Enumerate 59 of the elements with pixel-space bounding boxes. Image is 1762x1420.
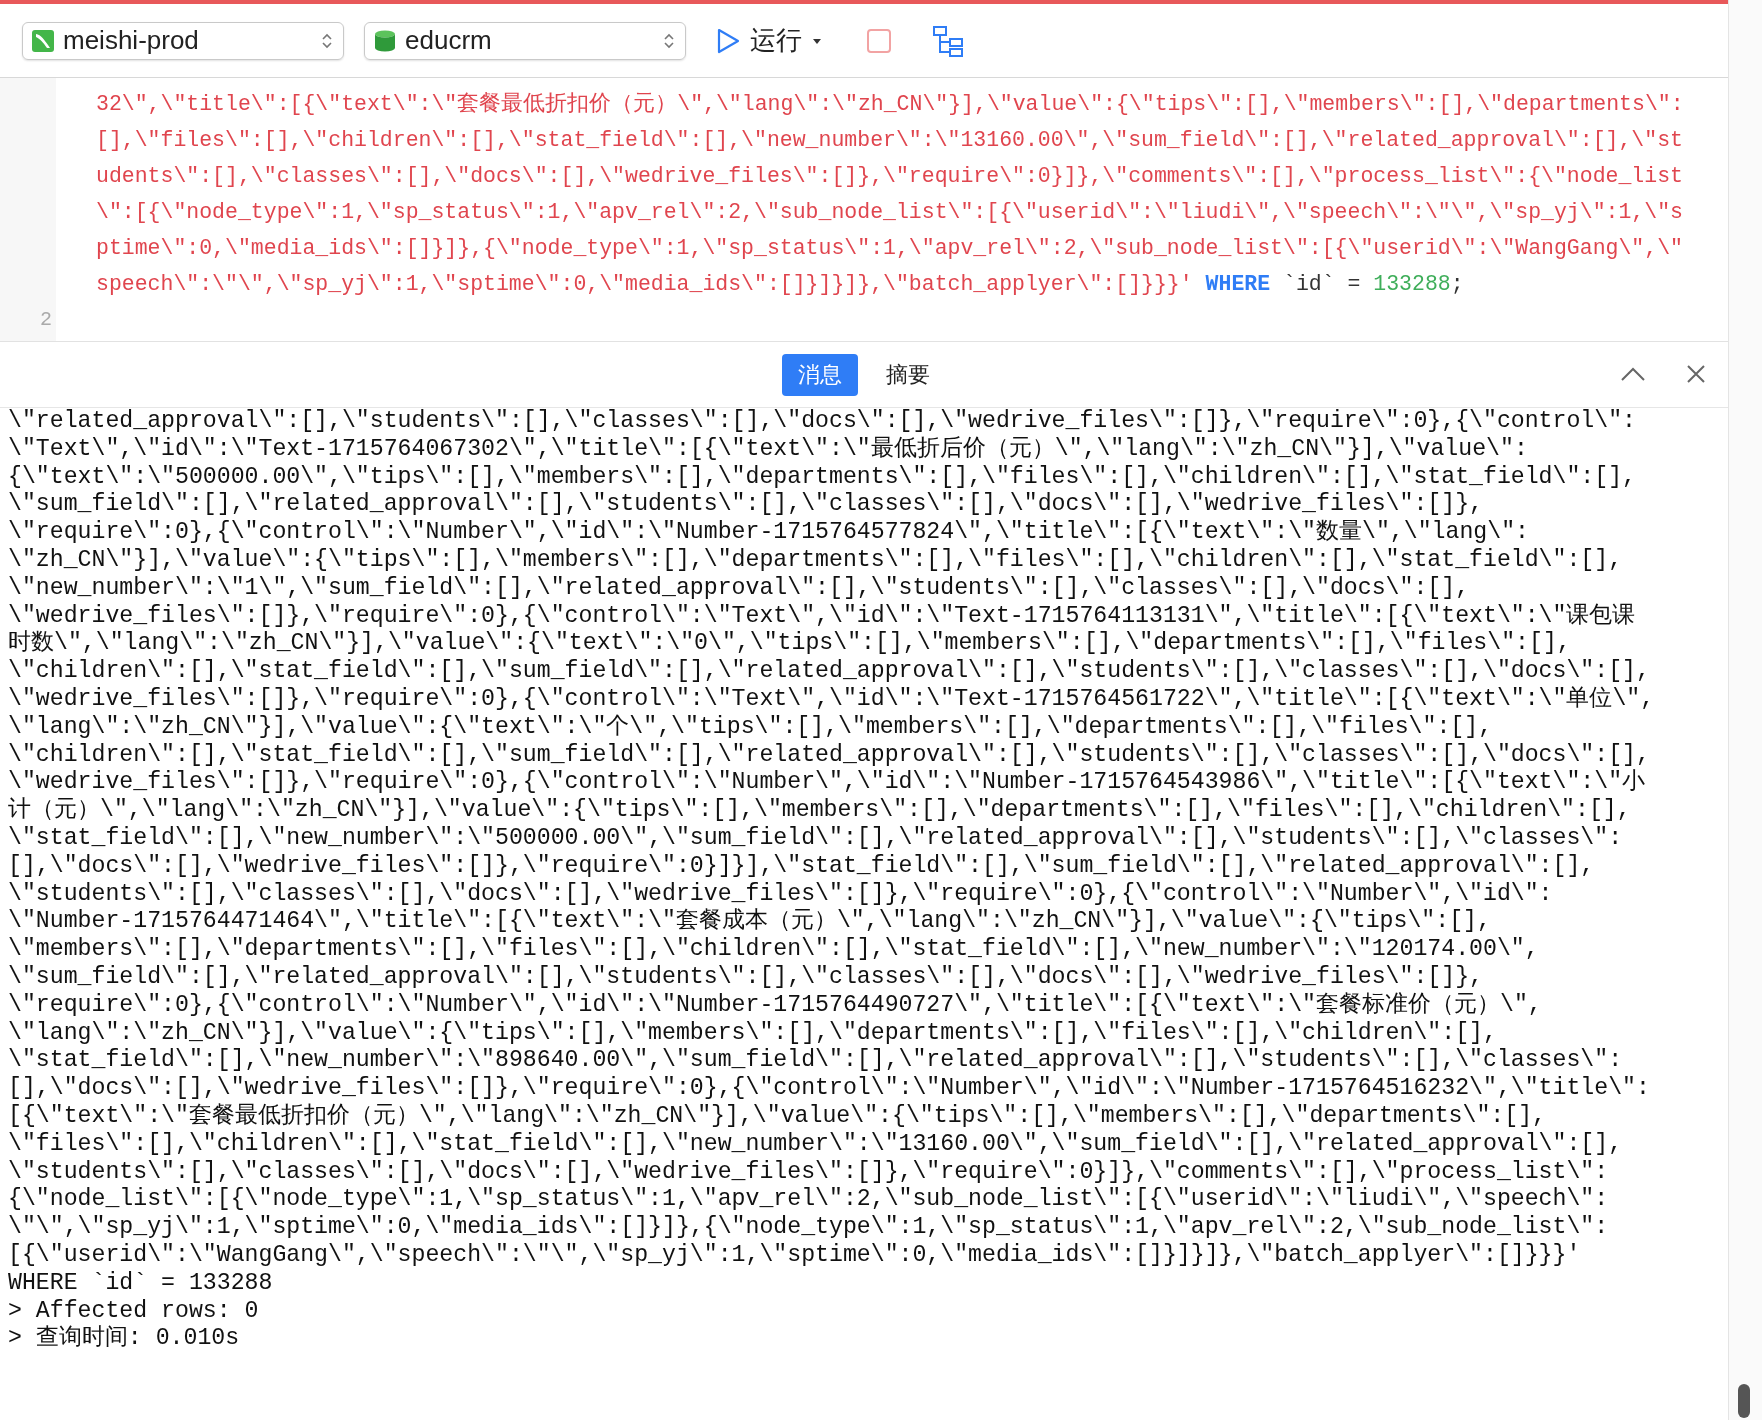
code-string: speech\":\"\",\"sp_yj\":1,\"sptime\":0,\"media_ids\":[]}]}]},\"batch_applyer\":[]}}}' — [96, 272, 1193, 296]
output-line: \"wedrive_files\":[]},\"require\":0},{\"control\":\"Text\",\"id\":\"Text-1715764113131\",\"title\":[{\"text\":\"课包课 — [8, 602, 1636, 630]
output-line: {\"text\":\"500000.00\",\"tips\":[],\"members\":[],\"departments\":[],\"files\":[],\"children\":[],\"stat_field\":[], — [8, 463, 1637, 492]
line-number: 2 — [40, 308, 52, 331]
output-line: \"members\":[],\"departments\":[],\"files\":[],\"children\":[],\"stat_field\":[],\"new_number\":\"120174.00\", — [8, 936, 1539, 964]
output-line: \"new_number\":\"1\",\"sum_field\":[],\"related_approval\":[],\"students\":[],\"classes\":[],\"docs\":[], — [8, 574, 1470, 603]
output-line: \"wedrive_files\":[]},\"require\":0},{\"control\":\"Text\",\"id\":\"Text-1715764561722\",\"title\":[{\"text\":\"单位\", — [8, 685, 1655, 714]
output-line: \"stat_field\":[],\"new_number\":\"500000.00\",\"sum_field\":[],\"related_approval\":[],\"students\":[],\"classes\": — [8, 824, 1623, 853]
output-line: \"lang\":\"zh_CN\"}],\"value\":{\"tips\":[],\"members\":[],\"departments\":[],\"files\":[],\"children\":[], — [8, 1019, 1497, 1048]
code-text: = — [1347, 272, 1361, 296]
output-line: \"Number-1715764471464\",\"title\":[{\"text\":\"套餐成本（元）\",\"lang\":\"zh_CN\"}],\"value\":{\"tips\":[], — [8, 908, 1491, 937]
code-string: 32\",\"title\":[{\"text\":\"套餐最低折扣价（元）\",\"lang\":\"zh_CN\"}],\"value\":{\"tips\":[],\"members\":[],\"departments\": — [96, 92, 1684, 116]
code-number: 133288 — [1373, 272, 1451, 296]
connection-icon — [31, 28, 55, 53]
output-line: > 查询时间: 0.010s — [8, 1325, 240, 1354]
output-line: \"children\":[],\"stat_field\":[],\"sum_field\":[],\"related_approval\":[],\"students\":[],\"classes\":[],\"docs\":[], — [8, 741, 1650, 769]
collapse-icon[interactable] — [1620, 366, 1646, 382]
result-tab[interactable]: 消息 — [782, 353, 858, 396]
code-text: ; — [1450, 272, 1464, 296]
structure-icon[interactable] — [932, 24, 964, 57]
output-line: \"Text\",\"id\":\"Text-1715764067302\",\"title\":[{\"text\":\"最低折后价（元）\",\"lang\":\"zh_CN\"}],\"value\": — [8, 435, 1528, 464]
output-line: {\"node_list\":[{\"node_type\":1,\"sp_status\":1,\"apv_rel\":2,\"sub_node_list\":[{\"userid\":\"liudi\",\"speech\": — [8, 1186, 1609, 1215]
output-line: WHERE `id` = 133288 — [8, 1269, 273, 1298]
run-button[interactable]: 运行 — [712, 23, 826, 58]
output-line: \"children\":[],\"stat_field\":[],\"sum_field\":[],\"related_approval\":[],\"students\":[],\"classes\":[],\"docs\":[], — [8, 658, 1650, 686]
output-line: > Affected rows: 0 — [8, 1297, 259, 1325]
code-text: `id` — [1283, 272, 1335, 296]
output-line: \"stat_field\":[],\"new_number\":\"898640.00\",\"sum_field\":[],\"related_approval\":[],\"students\":[],\"classes\": — [8, 1047, 1623, 1076]
code-editor[interactable] — [0, 78, 1728, 342]
output-line: \"zh_CN\"}],\"value\":{\"tips\":[],\"members\":[],\"departments\":[],\"files\":[],\"children\":[],\"stat_field\":[], — [8, 547, 1623, 575]
output-line: 时数\",\"lang\":\"zh_CN\"}],\"value\":{\"text\":\"0\",\"tips\":[],\"members\":[],\"departments\":[],\"files\":[], — [8, 630, 1571, 659]
output-line: 计（元）\",\"lang\":\"zh_CN\"}],\"value\":{\"tips\":[],\"members\":[],\"departments\":[],\"files\":[],\"children\":[], — [8, 797, 1631, 825]
database-select[interactable]: educrm — [364, 21, 686, 60]
output-line: [],\"docs\":[],\"wedrive_files\":[]},\"require\":0}]}],\"stat_field\":[],\"sum_field\":[],\"related_approval\":[], — [8, 852, 1595, 881]
output-line: \"lang\":\"zh_CN\"}],\"value\":{\"text\":\"个\",\"tips\":[],\"members\":[],\"departments\":[],\"files\":[], — [8, 713, 1493, 742]
output-line: \"sum_field\":[],\"related_approval\":[],\"students\":[],\"classes\":[],\"docs\":[],\"wedrive_files\":[]}, — [8, 491, 1483, 519]
output-line: \"require\":0},{\"control\":\"Number\",\"id\":\"Number-1715764490727\",\"title\":[{\"text\":\"套餐标准价（元）\", — [8, 991, 1542, 1020]
output-line: \"students\":[],\"classes\":[],\"docs\":[],\"wedrive_files\":[]},\"require\":0},{\"control\":\"Number\",\"id\": — [8, 880, 1553, 908]
output-line: \"students\":[],\"classes\":[],\"docs\":[],\"wedrive_files\":[]},\"require\":0}]},\"comments\":[],\"process_list\": — [8, 1158, 1609, 1187]
output-line: \"require\":0},{\"control\":\"Number\",\"id\":\"Number-1715764577824\",\"title\":[{\"text\":\"数量\",\"lang\": — [8, 519, 1529, 547]
code-string: \":[{\"node_type\":1,\"sp_status\":1,\"apv_rel\":2,\"sub_node_list\":[{\"userid\":\"liudi\",\"speech\":\"\",\"sp_yj\":1,\"s — [96, 200, 1683, 224]
output-line: \"sum_field\":[],\"related_approval\":[],\"students\":[],\"classes\":[],\"docs\":[],\"wedrive_files\":[]}, — [8, 963, 1483, 992]
code-string: [],\"files\":[],\"children\":[],\"stat_field\":[],\"new_number\":\"13160.00\",\"sum_field\":[],\"related_approval\":[],\"st — [96, 128, 1683, 152]
sql-keyword: WHERE — [1205, 272, 1271, 296]
play-icon — [716, 27, 740, 54]
result-tab[interactable]: 摘要 — [870, 353, 946, 396]
connection-select[interactable]: meishi-prod — [22, 21, 344, 60]
output-line: [{\"userid\":\"WangGang\",\"speech\":\"\",\"sp_yj\":1,\"sptime\":0,\"media_ids\":[]}]}]},\"batch_applyer\":[]}}}' — [8, 1241, 1581, 1270]
output-line: [],\"docs\":[],\"wedrive_files\":[]},\"require\":0},{\"control\":\"Number\",\"id\":\"Number-1715764516232\",\"title\": — [8, 1075, 1650, 1103]
output-line: \"wedrive_files\":[]},\"require\":0},{\"control\":\"Number\",\"id\":\"Number-1715764543986\",\"title\":[{\"text\":\"小 — [8, 769, 1646, 797]
output-line: [{\"text\":\"套餐最低折扣价（元）\",\"lang\":\"zh_CN\"}],\"value\":{\"tips\":[],\"members\":[],\"departments\":[], — [8, 1102, 1546, 1131]
scrollbar-thumb[interactable] — [1738, 1384, 1750, 1418]
output-line: \"\",\"sp_yj\":1,\"sptime\":0,\"media_ids\":[]}]},{\"node_type\":1,\"sp_status\":1,\"apv_rel\":2,\"sub_node_list\": — [8, 1214, 1609, 1242]
code-string: ptime\":0,\"media_ids\":[]}]},{\"node_type\":1,\"sp_status\":1,\"apv_rel\":2,\"sub_node_list\":[{\"userid\":\"WangGang\",\" — [96, 236, 1683, 260]
output-line: \"files\":[],\"children\":[],\"stat_field\":[],\"new_number\":\"13160.00\",\"sum_field\":[],\"related_approval\":[], — [8, 1130, 1623, 1159]
close-icon[interactable] — [1686, 364, 1706, 384]
code-string: udents\":[],\"classes\":[],\"docs\":[],\"wedrive_files\":[]},\"require\":0}]},\"comments\":[],\"process_list\":{\"node_list — [96, 164, 1683, 188]
database-icon — [373, 28, 397, 53]
output-line: \"related_approval\":[],\"students\":[],\"classes\":[],\"docs\":[],\"wedrive_files\":[]},\"require\":0},{\"control\": — [8, 408, 1637, 436]
